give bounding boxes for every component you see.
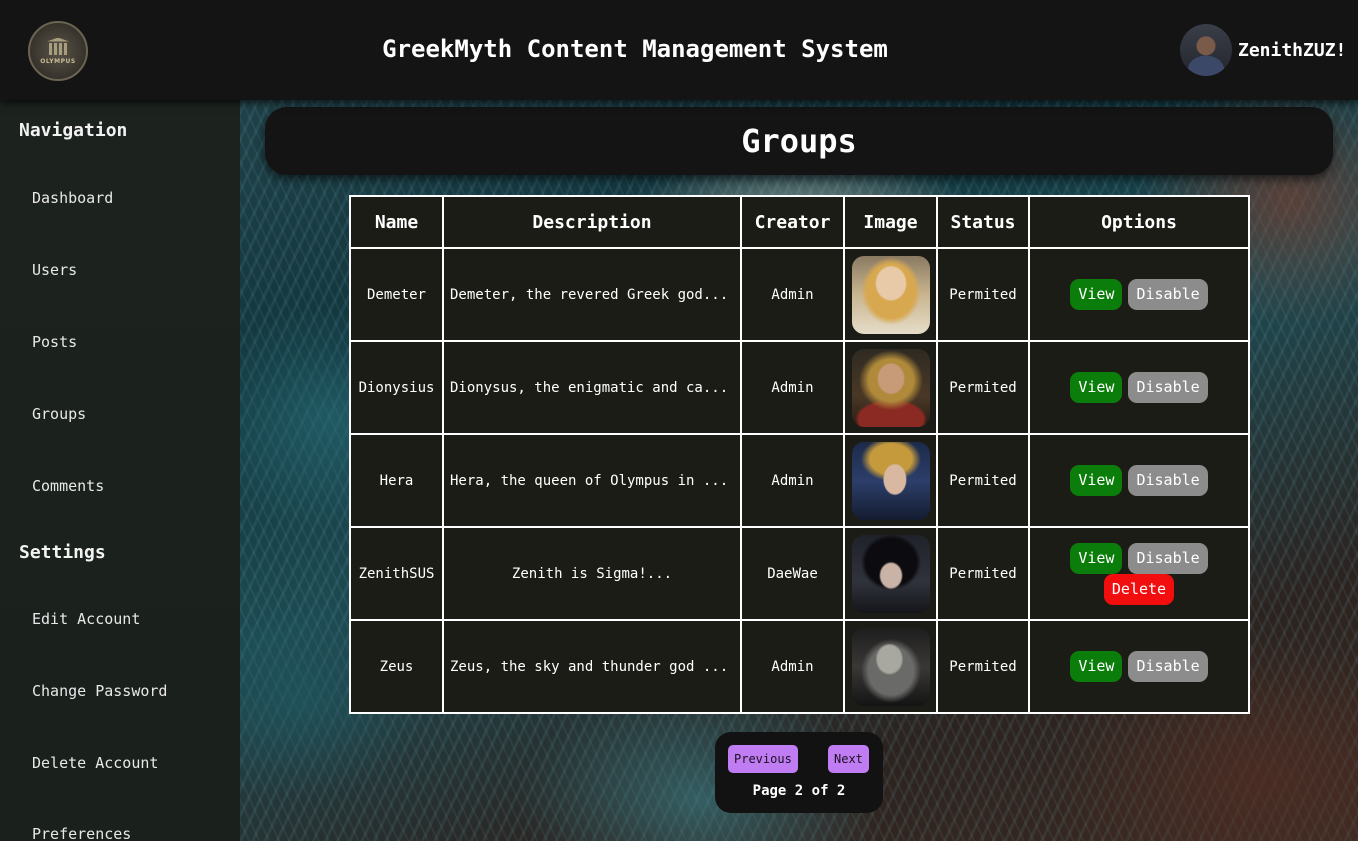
- group-creator: Admin: [740, 433, 845, 528]
- group-description: Demeter, the revered Greek god...: [442, 247, 742, 342]
- groups-table: Name Description Creator Image Status Op…: [349, 195, 1250, 714]
- table-header-row: Name Description Creator Image Status Op…: [349, 195, 1250, 249]
- group-name: Dionysius: [349, 340, 444, 435]
- group-description: Hera, the queen of Olympus in ...: [442, 433, 742, 528]
- group-image: [851, 627, 930, 706]
- sidebar-item-edit-account[interactable]: Edit Account: [32, 610, 140, 628]
- column-header-image: Image: [843, 195, 938, 249]
- group-image: [851, 441, 930, 520]
- group-description: Dionysus, the enigmatic and ca...: [442, 340, 742, 435]
- sidebar-item-posts[interactable]: Posts: [32, 333, 77, 351]
- group-status: Permited: [936, 340, 1030, 435]
- user-avatar[interactable]: [1180, 24, 1232, 76]
- group-name: Demeter: [349, 247, 444, 342]
- user-name[interactable]: ZenithZUZ!: [1238, 40, 1346, 61]
- table-row: Dionysius Dionysus, the enigmatic and ca…: [349, 340, 1250, 435]
- table-row: Zeus Zeus, the sky and thunder god ... A…: [349, 619, 1250, 714]
- group-description: Zeus, the sky and thunder god ...: [442, 619, 742, 714]
- table-row: Demeter Demeter, the revered Greek god..…: [349, 247, 1250, 342]
- disable-button[interactable]: Disable: [1128, 372, 1208, 403]
- table-row: Hera Hera, the queen of Olympus in ... A…: [349, 433, 1250, 528]
- group-name: Zeus: [349, 619, 444, 714]
- sidebar-item-dashboard[interactable]: Dashboard: [32, 189, 113, 207]
- previous-button[interactable]: Previous: [728, 745, 798, 773]
- group-image-cell: [843, 433, 938, 528]
- app-title: GreekMyth Content Management System: [382, 35, 888, 63]
- group-status: Permited: [936, 433, 1030, 528]
- sidebar-item-preferences[interactable]: Preferences: [32, 825, 131, 841]
- sidebar-item-groups[interactable]: Groups: [32, 405, 86, 423]
- next-button[interactable]: Next: [828, 745, 869, 773]
- groups-table-container: Name Description Creator Image Status Op…: [349, 195, 1250, 714]
- group-name: Hera: [349, 433, 444, 528]
- group-options: View Disable: [1028, 340, 1250, 435]
- group-creator: Admin: [740, 619, 845, 714]
- group-image: [851, 255, 930, 334]
- group-creator: DaeWae: [740, 526, 845, 621]
- disable-button[interactable]: Disable: [1128, 465, 1208, 496]
- group-status: Permited: [936, 247, 1030, 342]
- group-name: ZenithSUS: [349, 526, 444, 621]
- disable-button[interactable]: Disable: [1128, 651, 1208, 682]
- page-title: Groups: [741, 122, 857, 160]
- group-image-cell: [843, 526, 938, 621]
- group-options: View Disable: [1028, 619, 1250, 714]
- sidebar: Navigation Dashboard Users Posts Groups …: [0, 100, 240, 841]
- group-image-cell: [843, 340, 938, 435]
- disable-button[interactable]: Disable: [1128, 279, 1208, 310]
- top-header: OLYMPUS GreekMyth Content Management Sys…: [0, 0, 1358, 100]
- sidebar-item-users[interactable]: Users: [32, 261, 77, 279]
- column-header-creator: Creator: [740, 195, 845, 249]
- sidebar-item-comments[interactable]: Comments: [32, 477, 104, 495]
- column-header-description: Description: [442, 195, 742, 249]
- group-image-cell: [843, 619, 938, 714]
- group-image: [851, 348, 930, 427]
- settings-title: Settings: [19, 542, 106, 563]
- disable-button[interactable]: Disable: [1128, 542, 1208, 574]
- column-header-options: Options: [1028, 195, 1250, 249]
- view-button[interactable]: View: [1070, 372, 1123, 403]
- group-creator: Admin: [740, 340, 845, 435]
- group-status: Permited: [936, 526, 1030, 621]
- navigation-title: Navigation: [19, 120, 128, 141]
- page-indicator: Page 2 of 2: [752, 783, 846, 799]
- pagination: Previous Next Page 2 of 2: [715, 732, 883, 813]
- group-options: View Disable: [1028, 247, 1250, 342]
- group-options: View Disable: [1028, 433, 1250, 528]
- delete-button[interactable]: Delete: [1103, 573, 1175, 605]
- sidebar-item-delete-account[interactable]: Delete Account: [32, 754, 158, 772]
- view-button[interactable]: View: [1070, 651, 1123, 682]
- group-options: View DisableDelete: [1028, 526, 1250, 621]
- view-button[interactable]: View: [1070, 465, 1123, 496]
- group-creator: Admin: [740, 247, 845, 342]
- group-description: Zenith is Sigma!...: [442, 526, 742, 621]
- group-image-cell: [843, 247, 938, 342]
- group-status: Permited: [936, 619, 1030, 714]
- table-row: ZenithSUS Zenith is Sigma!... DaeWae Per…: [349, 526, 1250, 621]
- page-title-bar: Groups: [265, 107, 1333, 175]
- group-image: [851, 534, 930, 613]
- view-button[interactable]: View: [1070, 542, 1123, 574]
- sidebar-item-change-password[interactable]: Change Password: [32, 682, 167, 700]
- column-header-name: Name: [349, 195, 444, 249]
- column-header-status: Status: [936, 195, 1030, 249]
- view-button[interactable]: View: [1070, 279, 1123, 310]
